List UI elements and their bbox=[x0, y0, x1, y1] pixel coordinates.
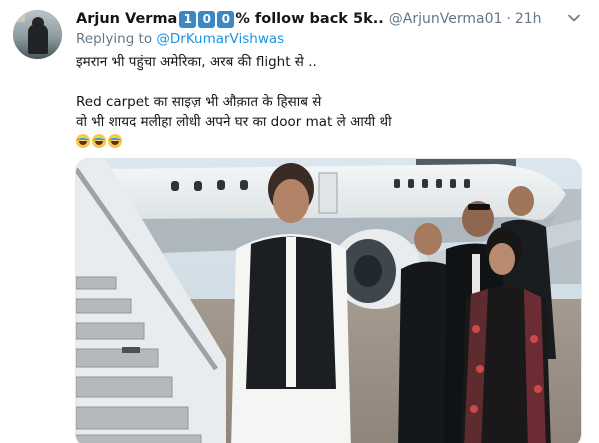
airport-tarmac-photo bbox=[76, 159, 581, 443]
tweet[interactable]: Arjun Verma 1 0 0 % follow back 5k.. @Ar… bbox=[0, 0, 599, 443]
reply-prefix: Replying to bbox=[76, 31, 153, 47]
chevron-down-icon[interactable] bbox=[566, 10, 582, 26]
tweet-text-line: वो भी शायद मलीहा लोधी अपने घर का door ma… bbox=[76, 114, 392, 130]
keycap-one: 1 bbox=[179, 10, 197, 28]
tweet-timestamp[interactable]: 21h bbox=[515, 11, 542, 27]
author-name[interactable]: Arjun Verma bbox=[76, 11, 177, 27]
tweet-text: इमरान भी पहुंचा अमेरिका, अरब की flight स… bbox=[76, 52, 392, 152]
face-with-tears-of-joy-icon bbox=[92, 134, 106, 148]
tweet-text-line bbox=[76, 72, 392, 92]
tweet-text-line: Red carpet का साइज़ भी औक़ात के हिसाब से bbox=[76, 94, 322, 110]
reply-context: Replying to @DrKumarVishwas bbox=[76, 31, 284, 47]
keycap-zero: 0 bbox=[217, 10, 235, 28]
reply-mention-link[interactable]: @DrKumarVishwas bbox=[156, 31, 284, 47]
author-name-suffix[interactable]: % follow back 5k.. bbox=[235, 11, 383, 27]
keycap-zero: 0 bbox=[198, 10, 216, 28]
emoji-row bbox=[76, 132, 392, 152]
author-handle[interactable]: @ArjunVerma01 bbox=[389, 11, 503, 27]
face-with-tears-of-joy-icon bbox=[108, 134, 122, 148]
tweet-text-line: इमरान भी पहुंचा अमेरिका, अरब की flight स… bbox=[76, 54, 317, 70]
tweet-header: Arjun Verma 1 0 0 % follow back 5k.. @Ar… bbox=[76, 9, 542, 29]
separator-dot: · bbox=[506, 11, 511, 27]
avatar[interactable] bbox=[13, 10, 62, 59]
face-with-tears-of-joy-icon bbox=[76, 134, 90, 148]
tweet-photo[interactable] bbox=[75, 158, 582, 443]
